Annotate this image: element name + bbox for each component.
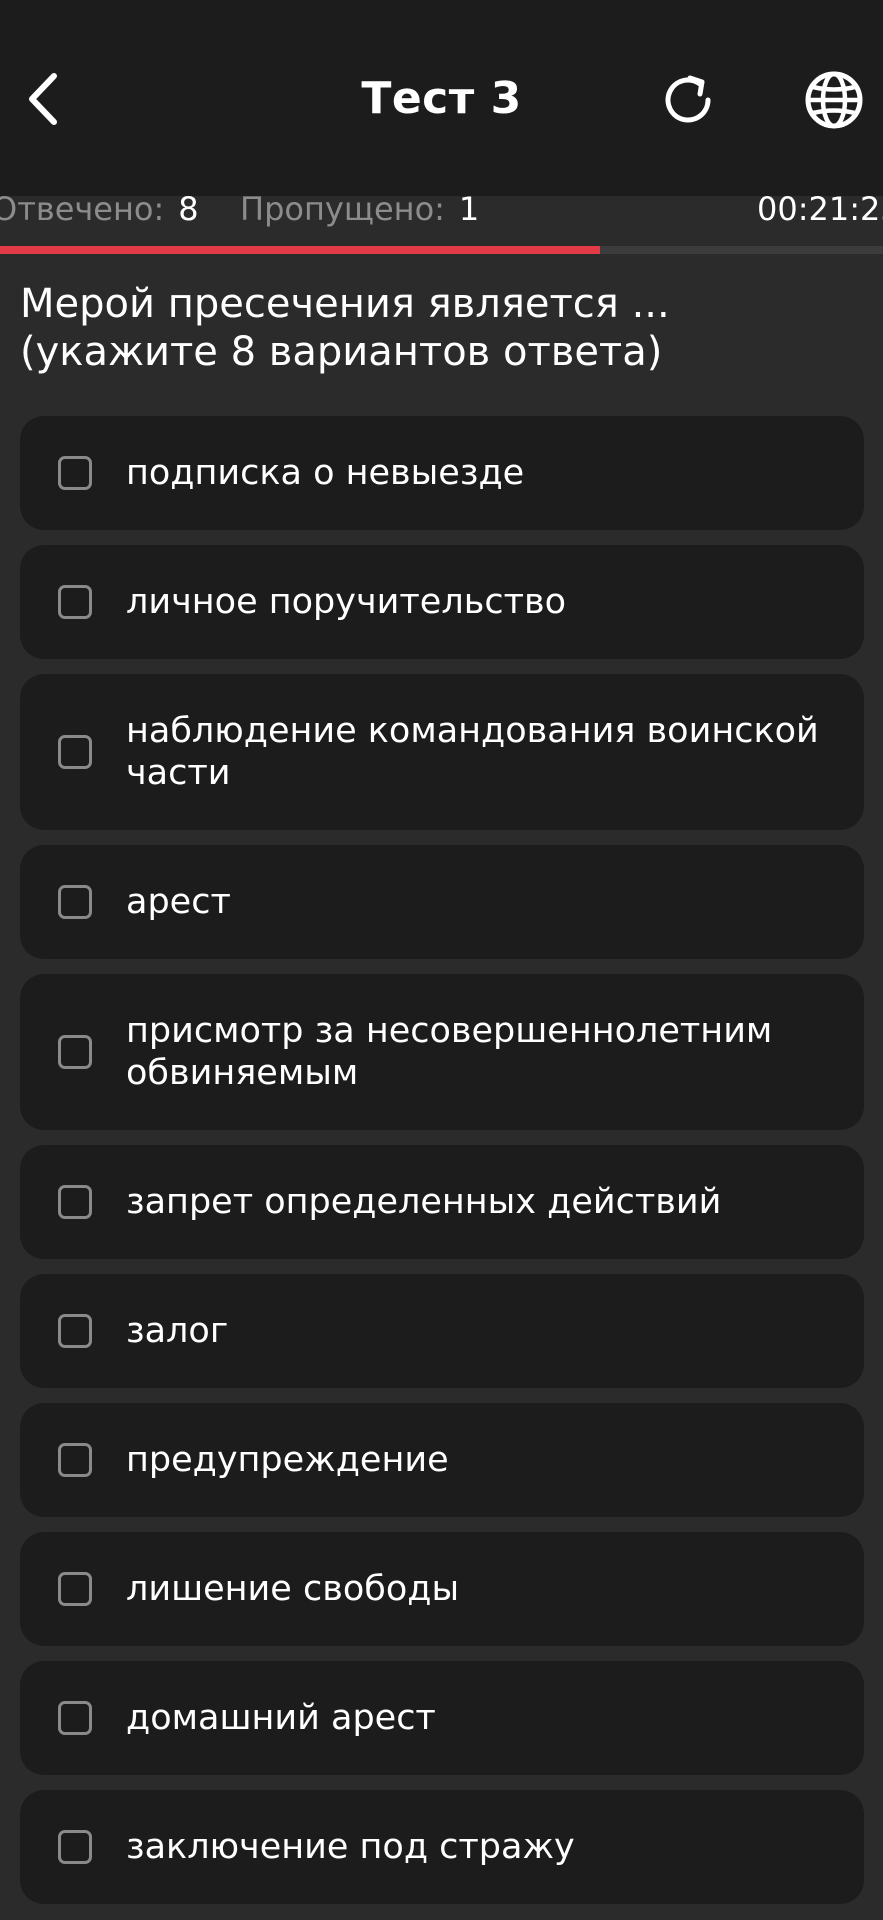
option-label: арест	[126, 882, 231, 922]
top-bar: Тест 3	[0, 0, 883, 196]
checkbox[interactable]	[58, 1185, 92, 1219]
answered-label: Отвечено:	[0, 190, 165, 228]
option-label: залог	[126, 1311, 229, 1351]
option-label: домашний арест	[126, 1698, 436, 1738]
answer-option[interactable]: домашний арест	[20, 1661, 864, 1775]
option-label: личное поручительство	[126, 582, 566, 622]
answer-option[interactable]: предупреждение	[20, 1403, 864, 1517]
checkbox[interactable]	[58, 456, 92, 490]
progress-bar	[0, 246, 883, 254]
answer-option[interactable]: заключение под стражу	[20, 1790, 864, 1904]
skipped-count: 1	[458, 190, 480, 228]
checkbox[interactable]	[58, 585, 92, 619]
checkbox[interactable]	[58, 1701, 92, 1735]
answer-option[interactable]: арест	[20, 845, 864, 959]
option-label: подписка о невыезде	[126, 453, 525, 493]
language-button[interactable]	[802, 68, 866, 132]
stats-bar: Отвечено: 8 Пропущено: 1 00:21:23	[0, 184, 883, 234]
answered-stat: Отвечено: 8	[0, 184, 199, 234]
skipped-label: Пропущено:	[240, 190, 445, 228]
answer-option[interactable]: наблюдение командования воинской части	[20, 674, 864, 830]
option-label: запрет определенных действий	[126, 1182, 722, 1222]
progress-fill	[0, 246, 601, 254]
option-label: лишение свободы	[126, 1569, 460, 1609]
option-label: наблюдение командования воинской части	[126, 711, 819, 793]
reload-button[interactable]	[656, 68, 720, 132]
question-line-1: Мерой пресечения является ...	[20, 281, 670, 327]
page-title: Тест 3	[361, 73, 522, 124]
answered-count: 8	[178, 190, 199, 228]
checkbox[interactable]	[58, 1830, 92, 1864]
answer-options: подписка о невыезде личное поручительств…	[20, 416, 864, 1919]
globe-icon	[805, 71, 863, 129]
option-label: присмотр за несовершеннолетним обвиняемы…	[126, 1011, 773, 1093]
answer-option[interactable]: запрет определенных действий	[20, 1145, 864, 1259]
question-line-2: (укажите 8 вариантов ответа)	[20, 329, 663, 375]
checkbox[interactable]	[58, 735, 92, 769]
reload-icon	[665, 75, 711, 123]
skipped-stat: Пропущено: 1	[240, 184, 479, 234]
checkbox[interactable]	[58, 1314, 92, 1348]
answer-option[interactable]: подписка о невыезде	[20, 416, 864, 530]
answer-option[interactable]: присмотр за несовершеннолетним обвиняемы…	[20, 974, 864, 1130]
option-label: заключение под стражу	[126, 1827, 575, 1867]
answer-option[interactable]: личное поручительство	[20, 545, 864, 659]
answer-option[interactable]: залог	[20, 1274, 864, 1388]
checkbox[interactable]	[58, 1572, 92, 1606]
answer-option[interactable]: лишение свободы	[20, 1532, 864, 1646]
timer: 00:21:23	[757, 190, 883, 228]
checkbox[interactable]	[58, 1443, 92, 1477]
checkbox[interactable]	[58, 1035, 92, 1069]
checkbox[interactable]	[58, 885, 92, 919]
option-label: предупреждение	[126, 1440, 449, 1480]
question-text: Мерой пресечения является ... (укажите 8…	[20, 280, 860, 376]
